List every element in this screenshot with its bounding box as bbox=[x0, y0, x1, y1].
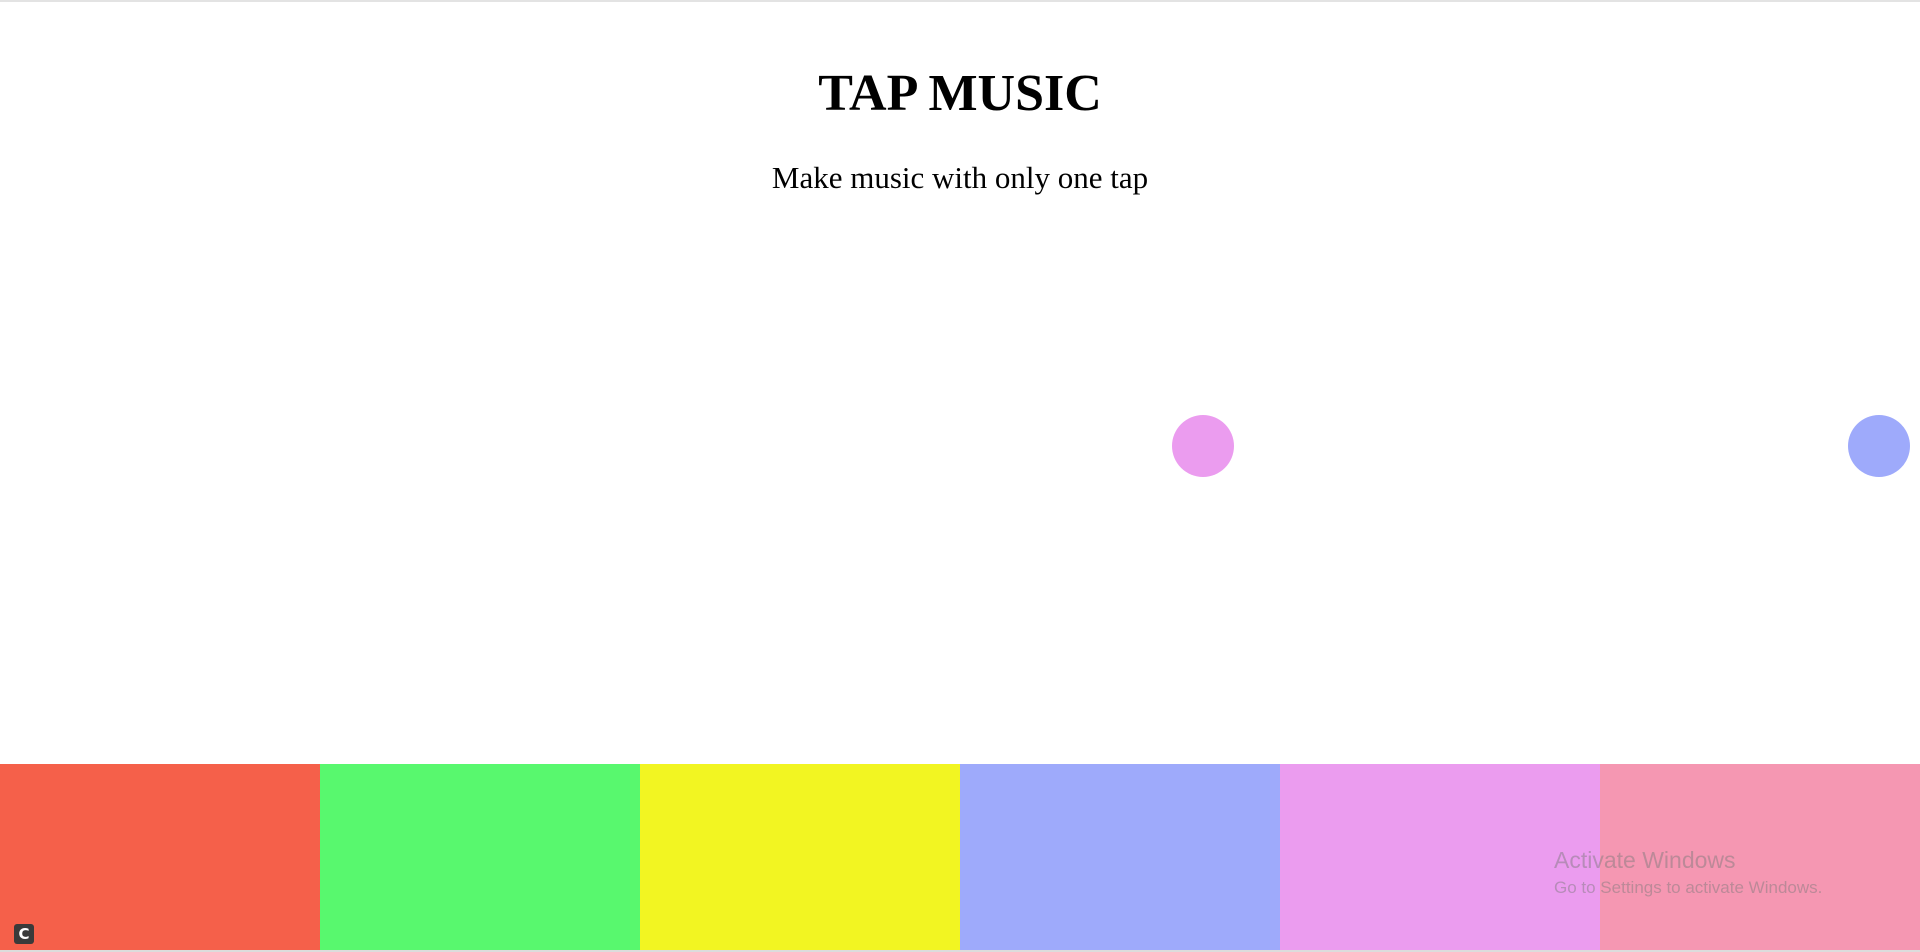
page-title: TAP MUSIC bbox=[818, 65, 1102, 122]
animation-stage bbox=[0, 200, 1920, 764]
pad-6-pink[interactable] bbox=[1600, 764, 1920, 950]
pad-5-purple[interactable] bbox=[1280, 764, 1600, 950]
pad-1-red[interactable] bbox=[0, 764, 320, 950]
page-subtitle: Make music with only one tap bbox=[771, 160, 1149, 195]
sound-pads bbox=[0, 764, 1920, 950]
pad-4-blue[interactable] bbox=[960, 764, 1280, 950]
bouncing-ball-blue bbox=[1848, 415, 1910, 477]
refresh-icon[interactable]: C bbox=[14, 924, 34, 944]
pad-3-yellow[interactable] bbox=[640, 764, 960, 950]
bouncing-ball-pink bbox=[1172, 415, 1234, 477]
top-border bbox=[0, 0, 1920, 2]
pad-2-green[interactable] bbox=[320, 764, 640, 950]
